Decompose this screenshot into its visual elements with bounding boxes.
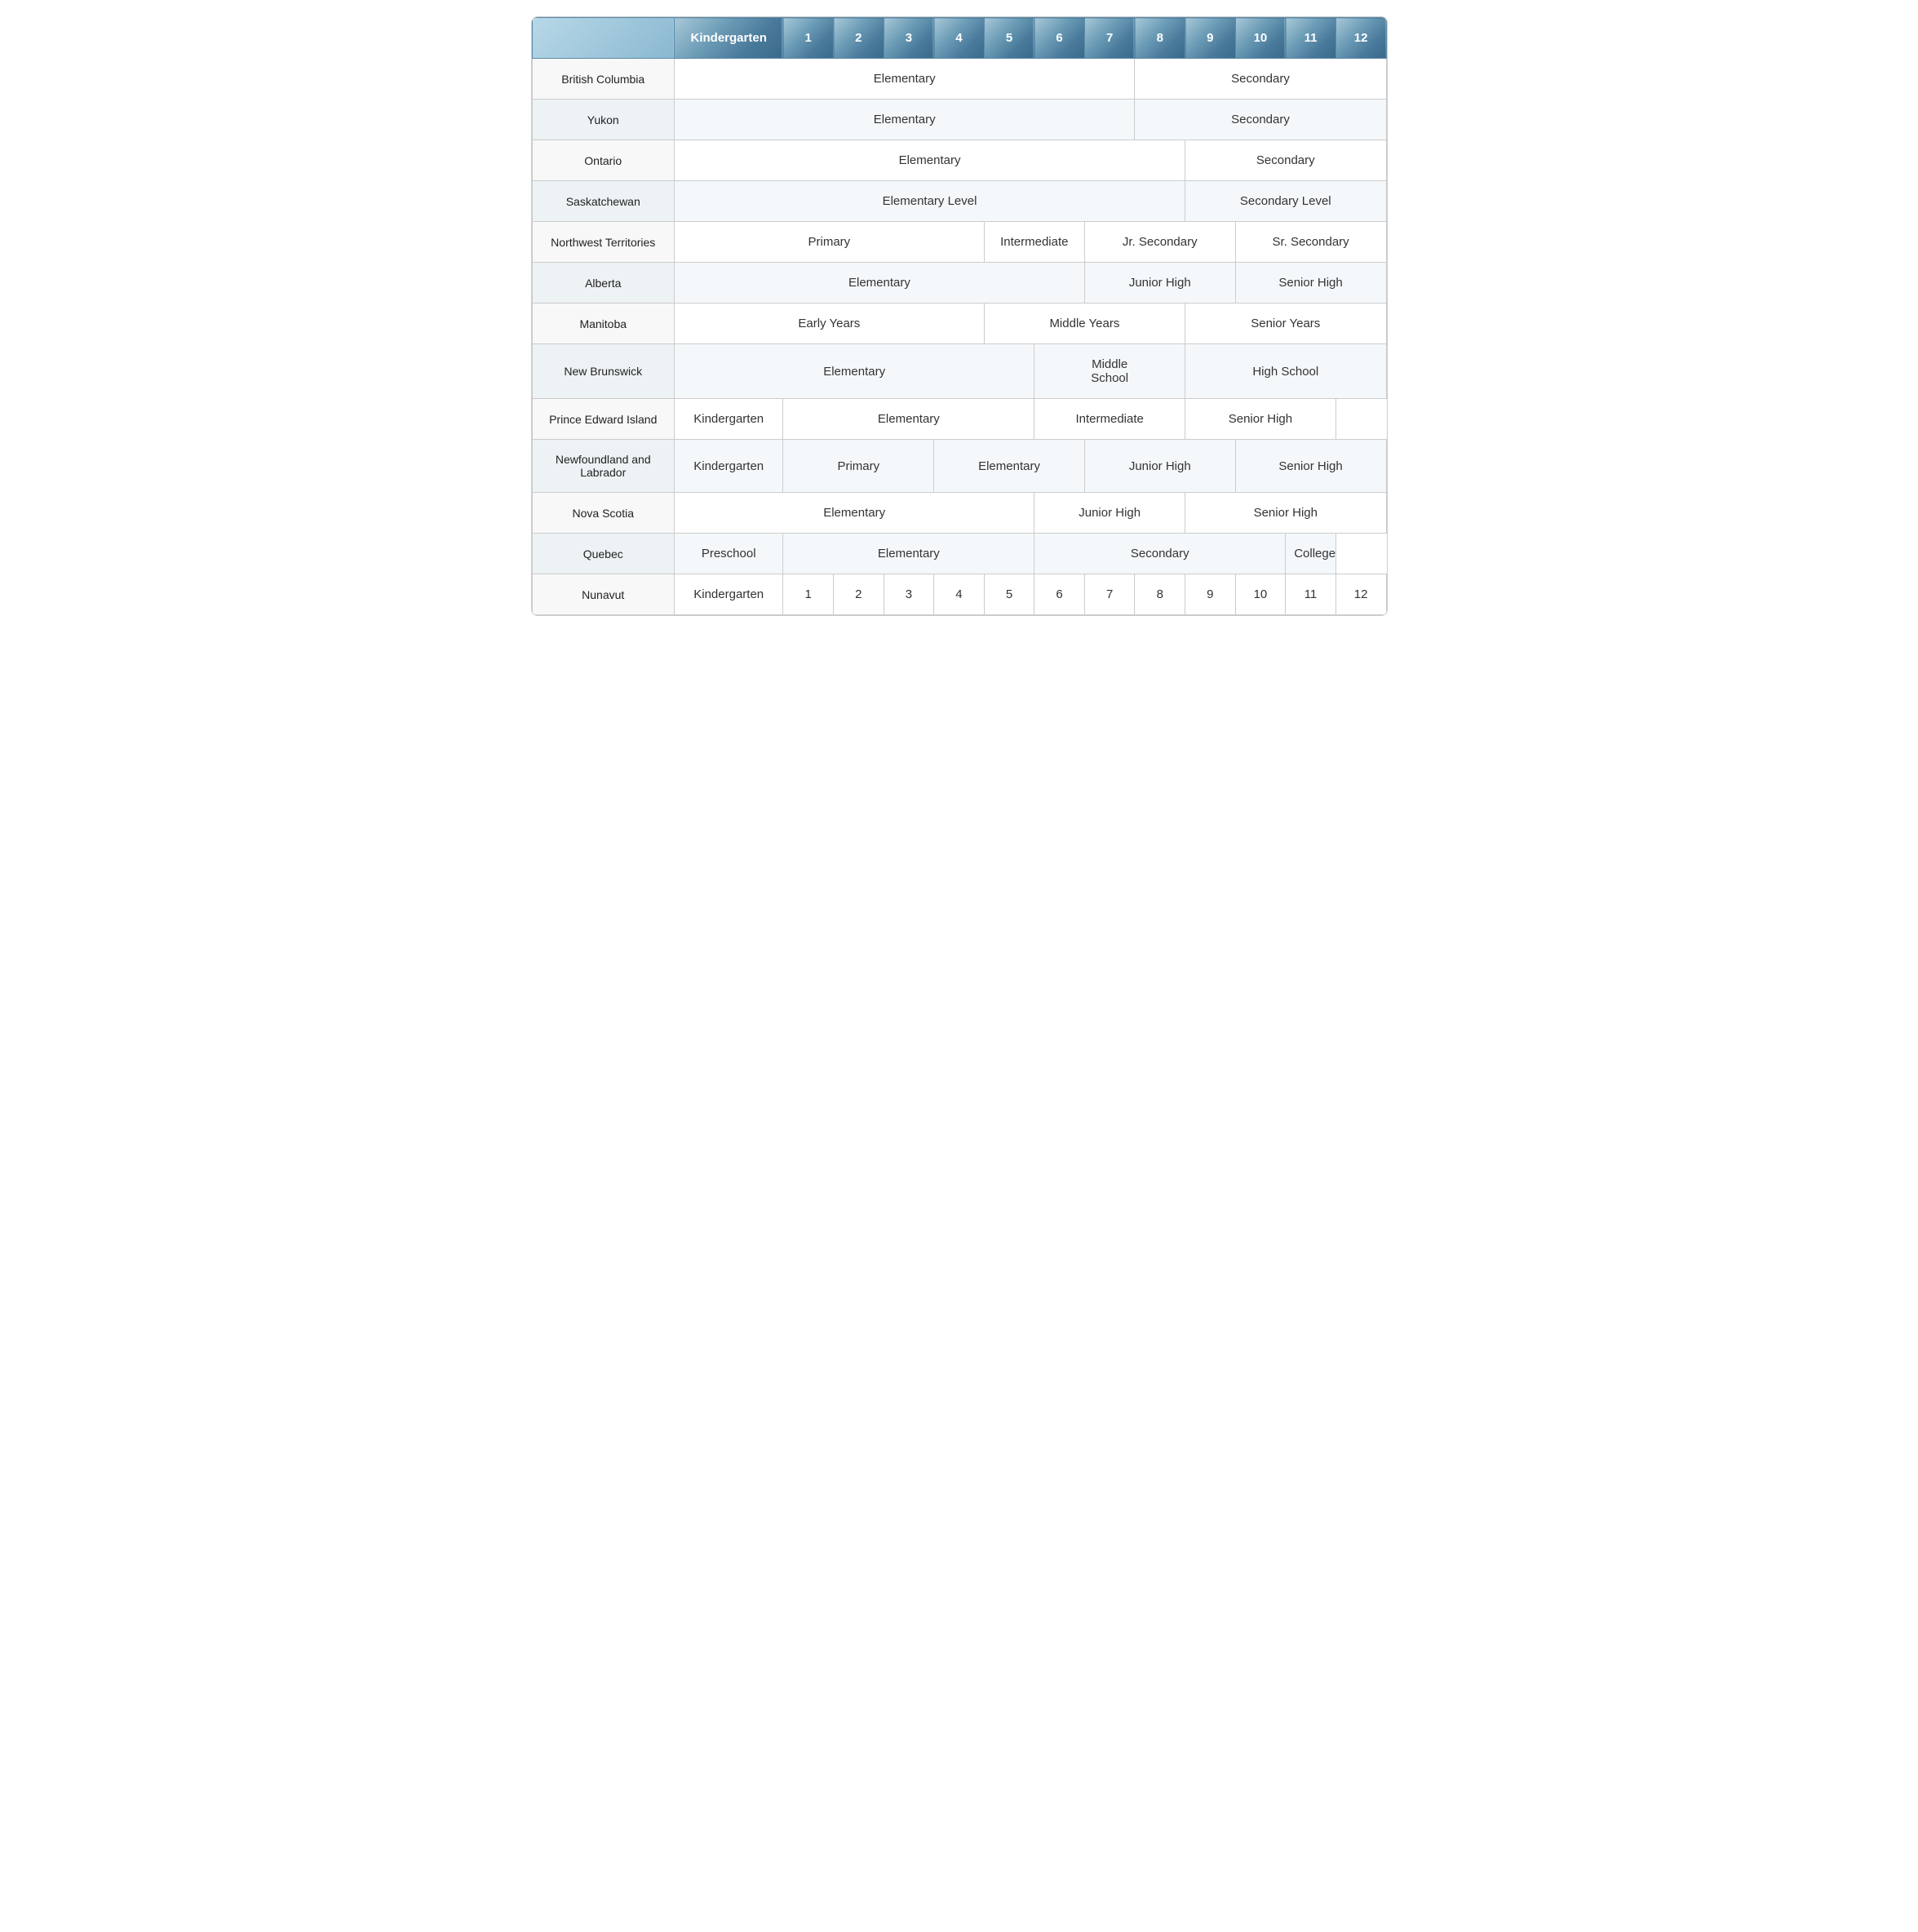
school-levels-table: Kindergarten 1 2 3 4 5 6 7 8 9 10 11 12 … bbox=[531, 16, 1388, 616]
level-cell: Intermediate bbox=[984, 222, 1084, 263]
level-cell: Junior High bbox=[1034, 493, 1185, 534]
header-grade-1: 1 bbox=[783, 18, 834, 59]
level-cell: Kindergarten bbox=[674, 440, 782, 493]
header-grade-12: 12 bbox=[1336, 18, 1386, 59]
level-cell: MiddleSchool bbox=[1034, 344, 1185, 399]
province-cell: Yukon bbox=[532, 100, 674, 140]
header-kindergarten: Kindergarten bbox=[674, 18, 782, 59]
header-grade-7: 7 bbox=[1084, 18, 1135, 59]
header-grade-11: 11 bbox=[1286, 18, 1336, 59]
grade-cell: 11 bbox=[1286, 574, 1336, 615]
grade-cell: 12 bbox=[1336, 574, 1386, 615]
level-cell: Senior High bbox=[1235, 440, 1386, 493]
province-cell: New Brunswick bbox=[532, 344, 674, 399]
table-row: New BrunswickElementaryMiddleSchoolHigh … bbox=[532, 344, 1386, 399]
province-cell: Prince Edward Island bbox=[532, 399, 674, 440]
level-cell: Elementary Level bbox=[674, 181, 1185, 222]
level-cell: Elementary bbox=[674, 100, 1134, 140]
header-grade-5: 5 bbox=[984, 18, 1034, 59]
level-cell: Intermediate bbox=[1034, 399, 1185, 440]
header-grade-6: 6 bbox=[1034, 18, 1085, 59]
grade-cell: 3 bbox=[884, 574, 934, 615]
level-cell: Preschool bbox=[674, 534, 782, 574]
level-cell: Elementary bbox=[674, 344, 1034, 399]
grade-cell: 9 bbox=[1185, 574, 1236, 615]
level-cell: Senior High bbox=[1185, 399, 1336, 440]
table-row: Prince Edward IslandKindergartenElementa… bbox=[532, 399, 1386, 440]
province-cell: Nova Scotia bbox=[532, 493, 674, 534]
level-cell: Sr. Secondary bbox=[1235, 222, 1386, 263]
province-cell: Newfoundland andLabrador bbox=[532, 440, 674, 493]
header-province bbox=[532, 18, 674, 59]
province-cell: Nunavut bbox=[532, 574, 674, 615]
level-cell: Elementary bbox=[934, 440, 1085, 493]
header-grade-4: 4 bbox=[934, 18, 985, 59]
province-cell: British Columbia bbox=[532, 59, 674, 100]
level-cell: Elementary bbox=[783, 399, 1034, 440]
level-cell: Early Years bbox=[674, 304, 984, 344]
province-cell: Northwest Territories bbox=[532, 222, 674, 263]
table-row: SaskatchewanElementary LevelSecondary Le… bbox=[532, 181, 1386, 222]
level-cell: Primary bbox=[783, 440, 934, 493]
grade-cell: Kindergarten bbox=[674, 574, 782, 615]
header-grade-10: 10 bbox=[1235, 18, 1286, 59]
grade-cell: 6 bbox=[1034, 574, 1085, 615]
province-cell: Ontario bbox=[532, 140, 674, 181]
grade-cell: 2 bbox=[834, 574, 884, 615]
level-cell: Secondary bbox=[1135, 59, 1386, 100]
level-cell: Secondary Level bbox=[1185, 181, 1386, 222]
province-cell: Saskatchewan bbox=[532, 181, 674, 222]
level-cell: Secondary bbox=[1185, 140, 1386, 181]
province-cell: Manitoba bbox=[532, 304, 674, 344]
level-cell: Senior Years bbox=[1185, 304, 1386, 344]
table-row: Newfoundland andLabradorKindergartenPrim… bbox=[532, 440, 1386, 493]
header-grade-2: 2 bbox=[834, 18, 884, 59]
level-cell: Elementary bbox=[674, 59, 1134, 100]
table-row: YukonElementarySecondary bbox=[532, 100, 1386, 140]
province-cell: Alberta bbox=[532, 263, 674, 304]
level-cell: Junior High bbox=[1084, 440, 1235, 493]
table-row: OntarioElementarySecondary bbox=[532, 140, 1386, 181]
level-cell: Senior High bbox=[1235, 263, 1386, 304]
table-row: NunavutKindergarten123456789101112 bbox=[532, 574, 1386, 615]
level-cell: Jr. Secondary bbox=[1084, 222, 1235, 263]
level-cell: High School bbox=[1185, 344, 1386, 399]
level-cell: Elementary bbox=[674, 140, 1185, 181]
level-cell: Senior High bbox=[1185, 493, 1386, 534]
table-row: QuebecPreschoolElementarySecondaryColleg… bbox=[532, 534, 1386, 574]
level-cell: Elementary bbox=[674, 493, 1034, 534]
table-row: Nova ScotiaElementaryJunior HighSenior H… bbox=[532, 493, 1386, 534]
table-row: British ColumbiaElementarySecondary bbox=[532, 59, 1386, 100]
level-cell: Secondary bbox=[1135, 100, 1386, 140]
table-row: Northwest TerritoriesPrimaryIntermediate… bbox=[532, 222, 1386, 263]
level-cell: Elementary bbox=[783, 534, 1034, 574]
level-cell: Middle Years bbox=[984, 304, 1185, 344]
header-grade-3: 3 bbox=[884, 18, 934, 59]
province-cell: Quebec bbox=[532, 534, 674, 574]
grade-cell: 1 bbox=[783, 574, 834, 615]
grade-cell: 4 bbox=[934, 574, 985, 615]
level-cell: Elementary bbox=[674, 263, 1084, 304]
grade-cell: 7 bbox=[1084, 574, 1135, 615]
level-cell: Secondary bbox=[1034, 534, 1286, 574]
level-cell: Junior High bbox=[1084, 263, 1235, 304]
grade-cell: 5 bbox=[984, 574, 1034, 615]
grade-cell: 10 bbox=[1235, 574, 1286, 615]
level-cell: Kindergarten bbox=[674, 399, 782, 440]
table-row: ManitobaEarly YearsMiddle YearsSenior Ye… bbox=[532, 304, 1386, 344]
header-grade-8: 8 bbox=[1135, 18, 1185, 59]
header-grade-9: 9 bbox=[1185, 18, 1236, 59]
level-cell: College bbox=[1286, 534, 1336, 574]
grade-cell: 8 bbox=[1135, 574, 1185, 615]
level-cell: Primary bbox=[674, 222, 984, 263]
table-row: AlbertaElementaryJunior HighSenior High bbox=[532, 263, 1386, 304]
